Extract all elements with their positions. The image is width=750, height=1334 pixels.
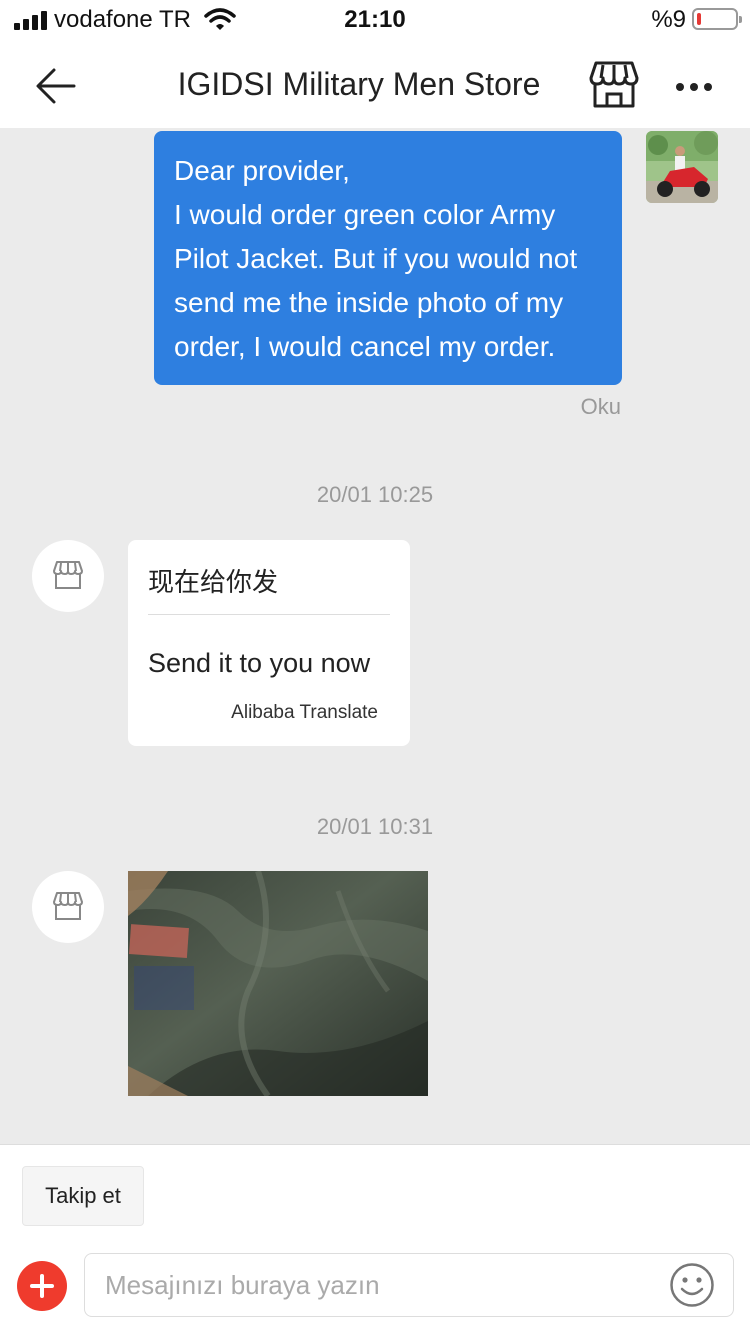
timestamp: 20/01 10:31 [316, 814, 434, 839]
nav-bar: IGIDSI Military Men Store [0, 44, 750, 128]
timestamp: 20/01 10:25 [316, 482, 434, 507]
store-icon [53, 561, 83, 589]
incoming-message-bubble[interactable]: 现在给你发 Send it to you now Alibaba Transla… [128, 540, 410, 746]
emoji-icon[interactable] [669, 1262, 715, 1308]
clock: 21:10 [344, 6, 406, 33]
shop-avatar[interactable] [32, 540, 104, 612]
battery-percent: %9 [651, 6, 686, 33]
user-avatar[interactable] [646, 131, 718, 203]
store-icon[interactable] [588, 60, 640, 110]
follow-button[interactable]: Takip et [22, 1166, 144, 1226]
original-text: 现在给你发 [148, 568, 279, 598]
divider [148, 614, 390, 615]
battery-icon [692, 8, 742, 30]
message-input[interactable] [84, 1253, 734, 1317]
status-bar: vodafone TR 21:10 %9 [0, 0, 750, 44]
plus-icon[interactable] [17, 1261, 67, 1311]
translation-credit: Alibaba Translate [231, 702, 378, 723]
store-icon [53, 892, 83, 920]
outgoing-message-bubble[interactable]: Dear provider, I would order green color… [154, 131, 622, 385]
message-line: Pilot Jacket. But if you would not [174, 243, 578, 274]
read-status: Oku [580, 394, 621, 419]
message-line: Dear provider, [174, 155, 350, 186]
bottom-bar: Takip et [0, 1144, 750, 1334]
photo-message[interactable] [128, 871, 428, 1096]
translated-text: Send it to you now [148, 648, 371, 678]
shop-avatar[interactable] [32, 871, 104, 943]
message-line: order, I would cancel my order. [174, 331, 556, 362]
message-line: send me the inside photo of my [174, 287, 564, 318]
message-line: I would order green color Army [174, 199, 556, 230]
more-options-icon[interactable] [670, 62, 718, 110]
